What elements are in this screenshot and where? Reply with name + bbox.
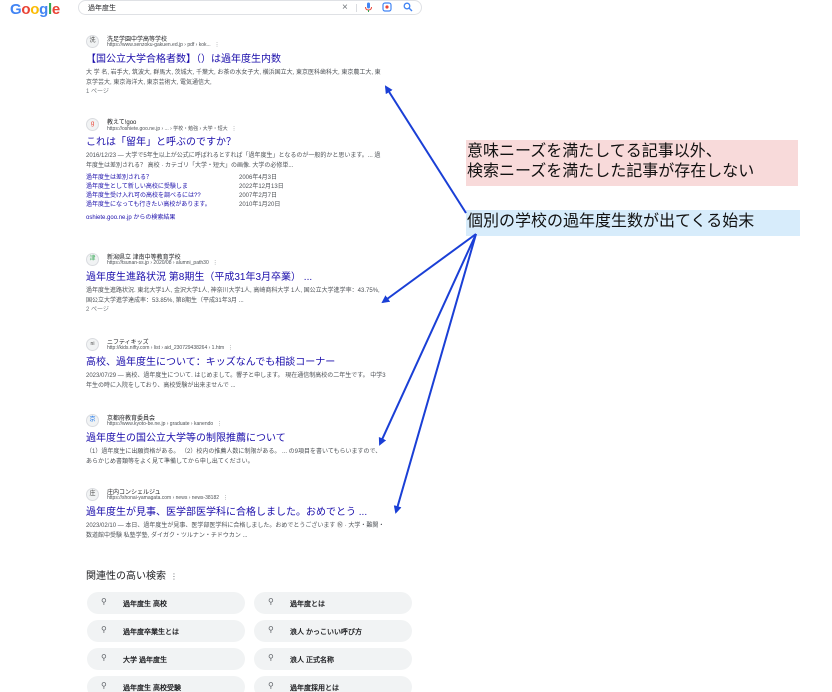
arrow-to-result-1: [384, 85, 467, 214]
arrow-to-result-6: [393, 233, 477, 514]
arrow-to-result-3: [381, 233, 477, 304]
arrow-to-result-5: [378, 233, 477, 446]
annotation-arrows: [378, 85, 477, 514]
